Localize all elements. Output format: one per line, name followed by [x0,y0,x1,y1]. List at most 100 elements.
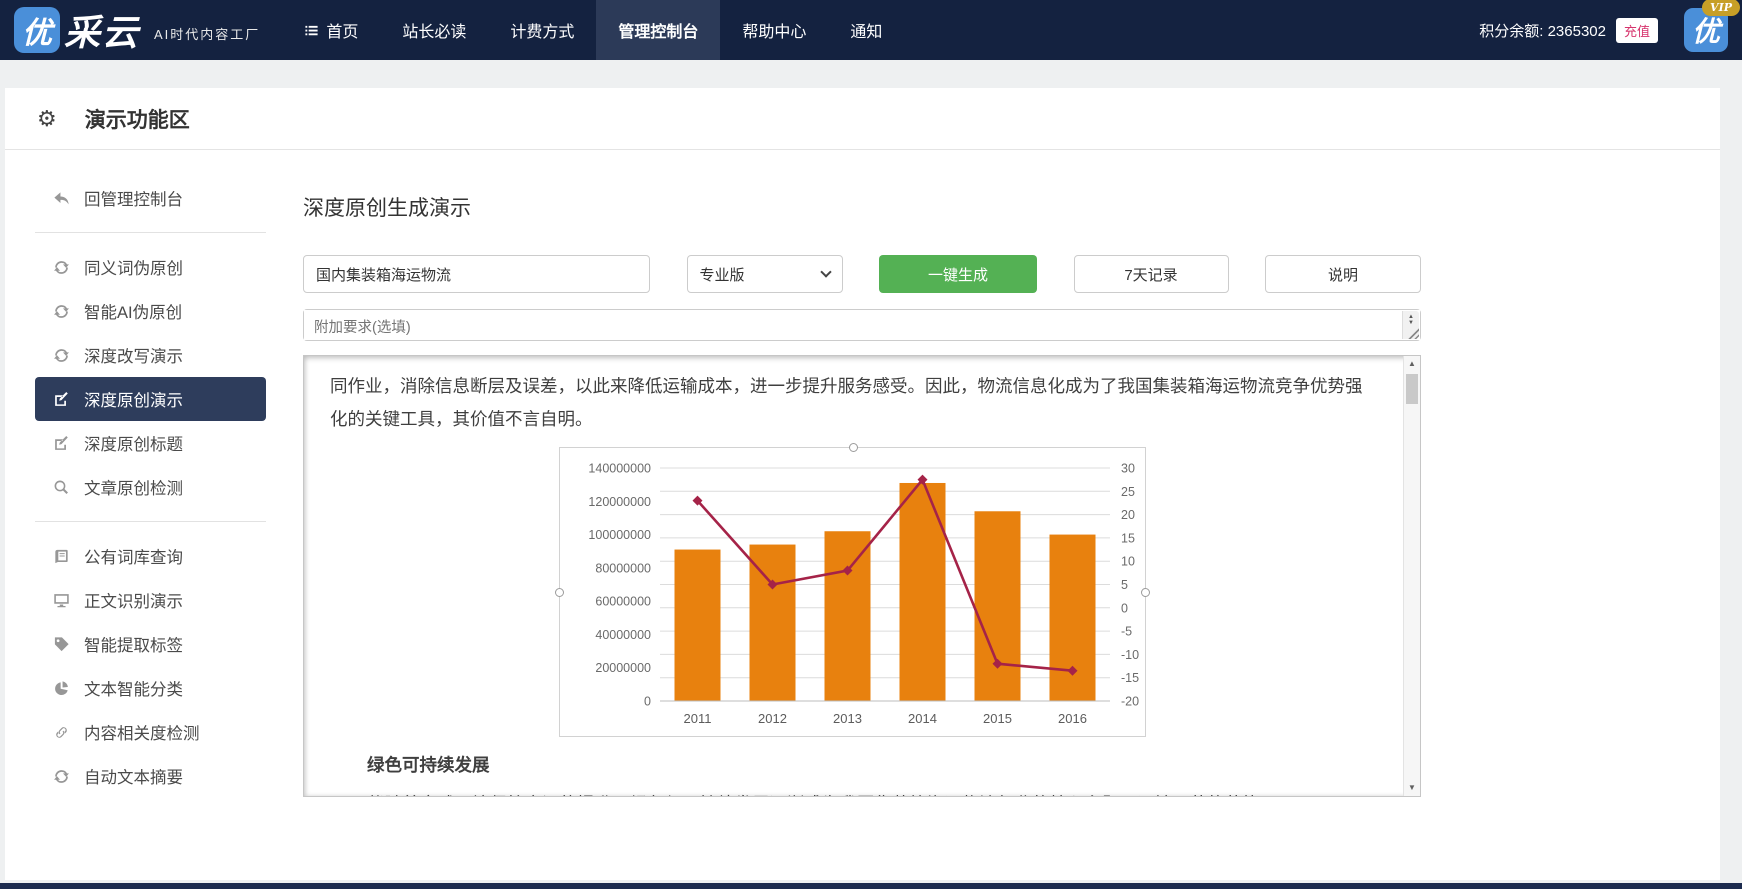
svg-text:-5: -5 [1121,624,1132,638]
svg-text:-10: -10 [1121,647,1139,661]
list-icon [304,23,319,38]
brand-logo[interactable]: 优 采云 AI时代内容工厂 [14,4,260,56]
generated-article: 同作业，消除信息断层及误差，以此来降低运输成本，进一步提升服务感受。因此，物流信… [304,356,1402,796]
tag-icon [53,636,70,653]
points-balance: 积分余额: 2365302 [1479,20,1606,41]
article-paragraph: 伴随着全球环境保护意识的提升，绿色与可持续发展逐渐成为我国集装箱海运物流行业的核… [330,788,1374,796]
sidebar-item-synonym-rewrite[interactable]: 同义词伪原创 [35,245,266,289]
version-select[interactable]: 专业版 [687,255,843,293]
book-icon [53,548,70,565]
svg-text:20000000: 20000000 [595,661,651,675]
embedded-chart-image[interactable]: 0 20000000 40000000 60000000 80000000 1000000… [559,447,1146,737]
svg-text:40000000: 40000000 [595,627,651,641]
top-navigation: 优 采云 AI时代内容工厂 首页 站长必读 计费方式 管理控制台 帮助中心 通知… [0,0,1742,60]
svg-text:100000000: 100000000 [588,528,651,542]
article-heading: 绿色可持续发展 [330,749,1374,782]
nav-item-home[interactable]: 首页 [282,0,380,60]
selection-handle[interactable] [849,443,858,452]
scroll-up-icon[interactable]: ▲ [1404,356,1420,372]
generation-controls: 专业版 一键生成 7天记录 说明 [303,255,1421,293]
generated-content-box: 同作业，消除信息断层及误差，以此来降低运输成本，进一步提升服务感受。因此，物流信… [303,355,1421,797]
records-button[interactable]: 7天记录 [1074,255,1229,293]
svg-text:60000000: 60000000 [595,594,651,608]
extra-requirements-field: ▲ ▼ [303,309,1421,341]
svg-text:2014: 2014 [908,711,937,726]
help-button[interactable]: 说明 [1265,255,1421,293]
edit-icon [53,435,70,452]
main-menu: 首页 站长必读 计费方式 管理控制台 帮助中心 通知 [282,0,904,60]
nav-item-notifications[interactable]: 通知 [828,0,904,60]
keyword-input[interactable] [303,255,650,293]
svg-text:0: 0 [644,694,651,708]
monitor-icon [53,592,70,609]
main-content: 深度原创生成演示 专业版 一键生成 7天记录 说明 ▲ ▼ [288,150,1720,879]
nav-item-pricing[interactable]: 计费方式 [488,0,596,60]
svg-text:5: 5 [1121,578,1128,592]
sidebar-item-deep-rewrite-demo[interactable]: 深度改写演示 [35,333,266,377]
svg-text:0: 0 [1121,601,1128,615]
svg-text:25: 25 [1121,484,1135,498]
user-avatar[interactable]: 优 VIP [1684,8,1728,52]
chevron-down-icon [820,266,831,277]
svg-text:120000000: 120000000 [588,494,651,508]
selection-handle[interactable] [555,588,564,597]
brand-tagline: AI时代内容工厂 [154,24,260,43]
brand-logo-icon: 优 [14,7,60,53]
sidebar-item-relevance-check[interactable]: 内容相关度检测 [35,710,266,754]
sidebar-item-public-lexicon[interactable]: 公有词库查询 [35,534,266,578]
svg-text:2015: 2015 [983,711,1012,726]
resize-grip-icon[interactable] [1407,327,1419,339]
sidebar-item-ai-rewrite[interactable]: 智能AI伪原创 [35,289,266,333]
svg-text:15: 15 [1121,531,1135,545]
extra-requirements-input[interactable] [304,310,1420,340]
chart-svg: 0 20000000 40000000 60000000 80000000 1000000… [560,448,1145,736]
section-title: 深度原创生成演示 [303,192,1720,222]
recharge-button[interactable]: 充值 [1616,18,1658,43]
nav-item-help-center[interactable]: 帮助中心 [720,0,828,60]
gear-icon: ⚙ [37,106,57,132]
svg-text:2016: 2016 [1058,711,1087,726]
page-title: 演示功能区 [85,104,190,134]
search-icon [53,479,70,496]
selection-handle[interactable] [1141,588,1150,597]
svg-text:2012: 2012 [758,711,787,726]
sidebar-divider [35,521,266,522]
svg-text:10: 10 [1121,554,1135,568]
sidebar-item-originality-check[interactable]: 文章原创检测 [35,465,266,509]
nav-item-console[interactable]: 管理控制台 [596,0,720,60]
sidebar-item-text-classification[interactable]: 文本智能分类 [35,666,266,710]
sidebar: 回管理控制台 同义词伪原创 智能AI伪原创 深度改写演示 深度原创演示 深度 [5,150,288,879]
generate-button[interactable]: 一键生成 [879,255,1037,293]
sidebar-item-back-console[interactable]: 回管理控制台 [35,176,266,220]
sidebar-item-deep-original-title[interactable]: 深度原创标题 [35,421,266,465]
sidebar-divider [35,232,266,233]
nav-item-webmaster-guide[interactable]: 站长必读 [380,0,488,60]
scroll-down-icon[interactable]: ▼ [1408,320,1414,326]
sidebar-item-auto-summary[interactable]: 自动文本摘要 [35,754,266,798]
pie-chart-icon [53,680,70,697]
svg-text:20: 20 [1121,508,1135,522]
scroll-down-icon[interactable]: ▼ [1404,780,1420,796]
account-area: 积分余额: 2365302 充值 优 VIP [1479,8,1728,52]
refresh-icon [53,768,70,785]
sidebar-item-deep-original-demo[interactable]: 深度原创演示 [35,377,266,421]
svg-text:30: 30 [1121,461,1135,475]
edit-icon [53,391,70,408]
brand-logo-text: 采云 [64,4,140,56]
refresh-icon [53,347,70,364]
sidebar-item-smart-tags[interactable]: 智能提取标签 [35,622,266,666]
svg-text:140000000: 140000000 [588,461,651,475]
article-paragraph: 同作业，消除信息断层及误差，以此来降低运输成本，进一步提升服务感受。因此，物流信… [330,370,1374,437]
link-icon [53,724,70,741]
svg-text:80000000: 80000000 [595,561,651,575]
refresh-icon [53,259,70,276]
sidebar-item-content-extract-demo[interactable]: 正文识别演示 [35,578,266,622]
svg-text:-15: -15 [1121,671,1139,685]
svg-text:2013: 2013 [833,711,862,726]
refresh-icon [53,303,70,320]
scrollbar-thumb[interactable] [1406,374,1418,404]
content-scrollbar[interactable]: ▲ ▼ [1403,356,1420,796]
demo-panel: ⚙ 演示功能区 回管理控制台 同义词伪原创 智能AI伪原创 深度改写演示 [5,88,1720,880]
footer-bar [0,883,1742,889]
vip-badge: VIP [1702,0,1740,16]
